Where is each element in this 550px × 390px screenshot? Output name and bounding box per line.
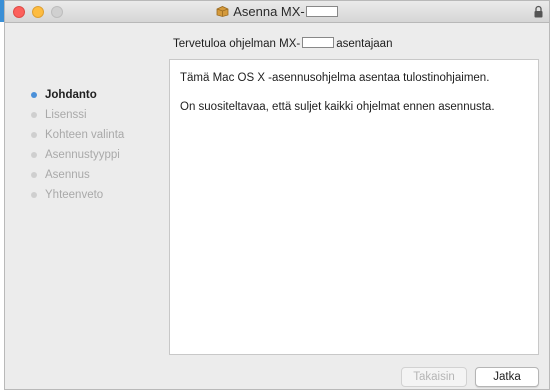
- step-item-asennus: Asennus: [31, 165, 124, 185]
- window-title-text: Asenna MX-: [233, 4, 305, 19]
- step-label: Asennustyyppi: [45, 149, 120, 161]
- step-item-johdanto: Johdanto: [31, 85, 124, 105]
- step-bullet: [31, 132, 37, 138]
- lock-icon: [534, 5, 543, 18]
- installer-window: Asenna MX- Tervetuloa ohjelman MX-asenta…: [4, 0, 550, 390]
- advice-paragraph: On suositeltavaa, että suljet kaikki ohj…: [180, 101, 495, 113]
- window-title: Asenna MX-: [5, 4, 549, 19]
- content-pane[interactable]: Tämä Mac OS X -asennusohjelma asentaa tu…: [169, 59, 539, 355]
- title-bar[interactable]: Asenna MX-: [5, 1, 549, 23]
- step-item-lisenssi: Lisenssi: [31, 105, 124, 125]
- step-item-yhteenveto: Yhteenveto: [31, 185, 124, 205]
- step-label: Yhteenveto: [45, 189, 104, 201]
- intro-paragraph: Tämä Mac OS X -asennusohjelma asentaa tu…: [180, 72, 490, 84]
- back-button[interactable]: Takaisin: [401, 367, 467, 387]
- step-bullet: [31, 172, 37, 178]
- step-label: Asennus: [45, 169, 90, 181]
- step-label: Lisenssi: [45, 109, 87, 121]
- package-icon: [216, 6, 229, 17]
- step-bullet: [31, 112, 37, 118]
- step-item-kohteen-valinta: Kohteen valinta: [31, 125, 124, 145]
- step-list: Johdanto Lisenssi Kohteen valinta Asennu…: [31, 85, 124, 205]
- continue-button[interactable]: Jatka: [475, 367, 539, 387]
- step-label: Kohteen valinta: [45, 129, 125, 141]
- step-label: Johdanto: [45, 89, 97, 101]
- step-bullet: [31, 152, 37, 158]
- redacted-model: [305, 6, 338, 17]
- heading-prefix: Tervetuloa ohjelman MX-: [173, 38, 301, 50]
- step-bullet: [31, 92, 37, 98]
- heading-suffix: asentajaan: [336, 38, 393, 50]
- step-item-asennustyyppi: Asennustyyppi: [31, 145, 124, 165]
- redacted-model: [302, 37, 335, 48]
- page-heading: Tervetuloa ohjelman MX-asentajaan: [173, 37, 392, 50]
- step-bullet: [31, 192, 37, 198]
